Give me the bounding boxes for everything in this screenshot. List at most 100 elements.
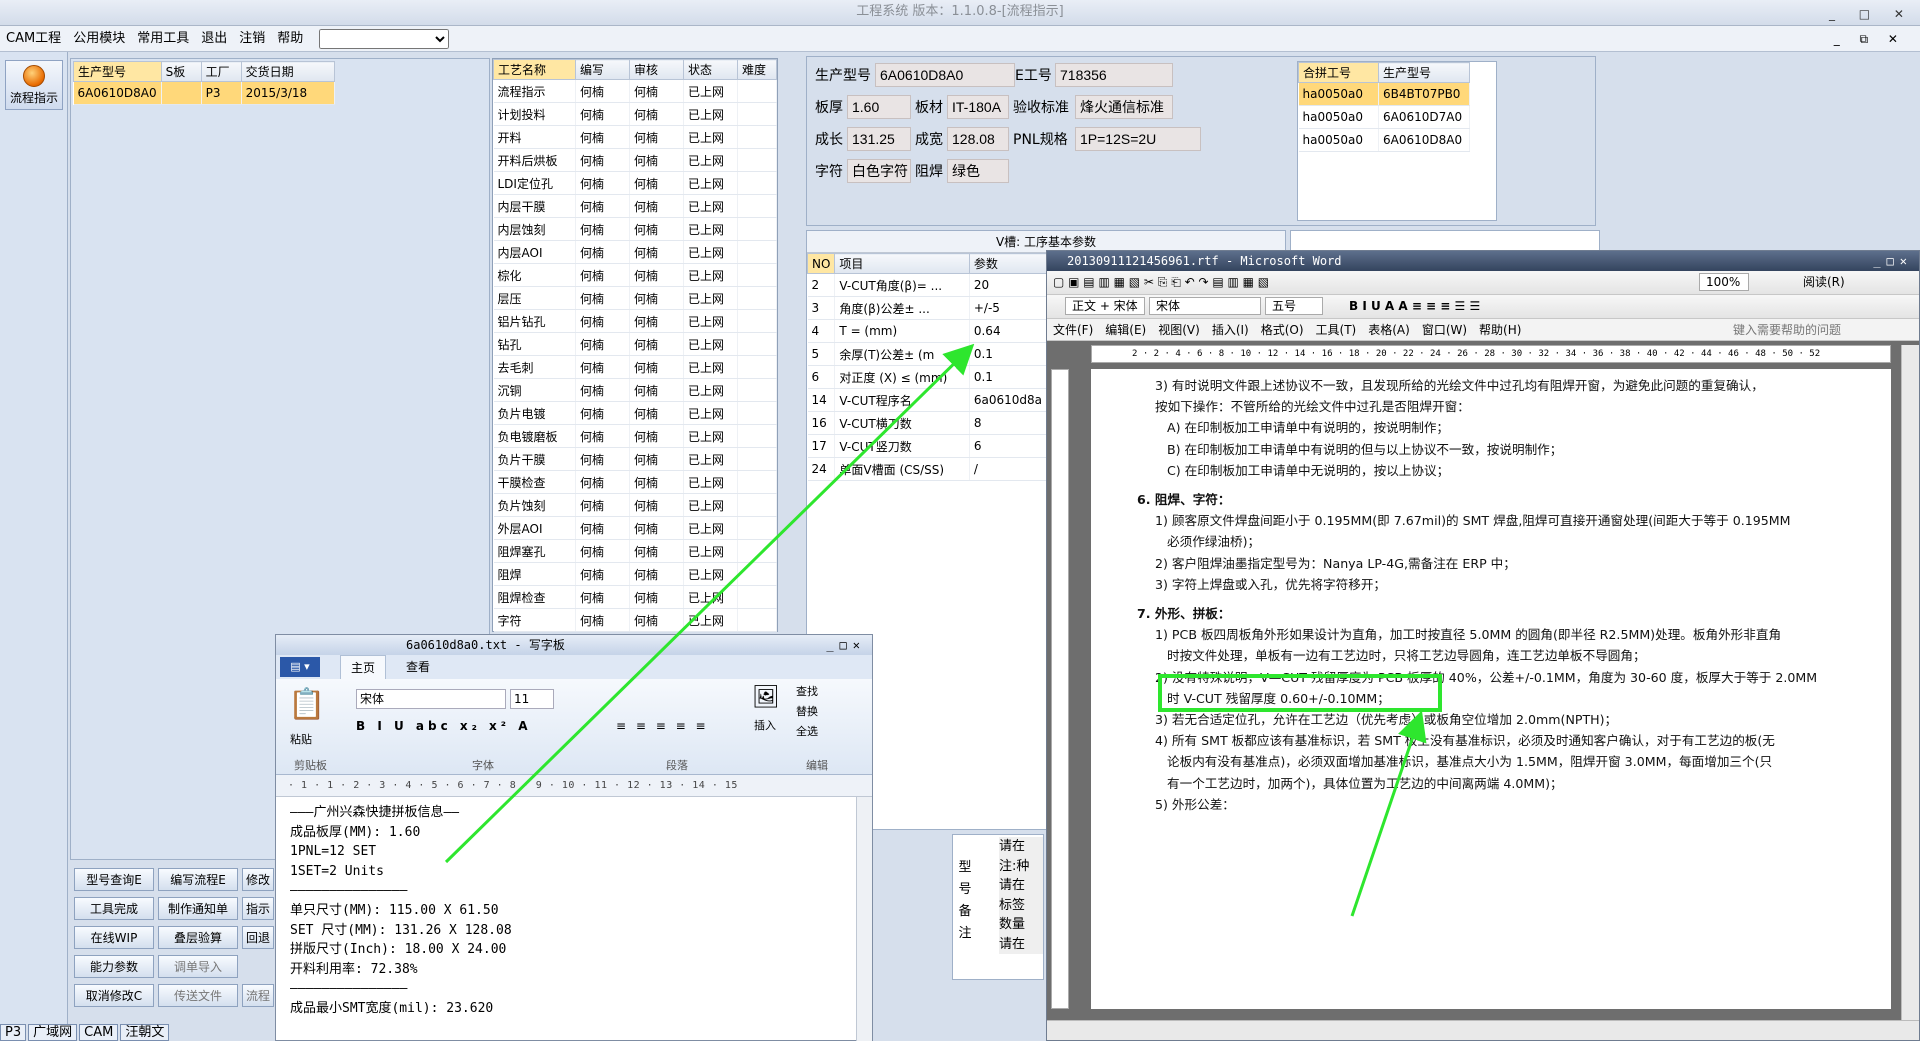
word-window-controls[interactable]: _□✕ — [1873, 251, 1913, 271]
col-reviewer[interactable]: 审核 — [629, 59, 684, 80]
indicate-button[interactable]: 指示 — [242, 897, 274, 920]
table-row[interactable]: 阻焊塞孔 何楠 何楠 已上网 — [493, 539, 777, 563]
word-menu-help[interactable]: 帮助(H) — [1473, 319, 1527, 341]
word-menu-tools[interactable]: 工具(T) — [1310, 319, 1363, 341]
table-row[interactable]: 2 V-CUT角度(β)= ... 20 — [807, 273, 1048, 297]
table-row[interactable]: 开料 何楠 何楠 已上网 — [493, 125, 777, 149]
char-field[interactable]: 白色字符 — [847, 159, 911, 183]
menu-dropdown[interactable] — [319, 28, 450, 49]
find-button[interactable]: 查找 — [796, 683, 818, 699]
word-ruler[interactable]: 2 · 2 · 4 · 6 · 8 · 10 · 12 · 14 · 16 · … — [1091, 345, 1891, 363]
col-sboard[interactable]: S板 — [160, 61, 202, 82]
menu-common-modules[interactable]: 公用模块 — [67, 26, 131, 52]
len-field[interactable]: 131.25 — [847, 127, 911, 151]
table-row[interactable]: LDI定位孔 何楠 何楠 已上网 — [493, 171, 777, 195]
wordpad-format-buttons[interactable]: B I U abc x₂ x² A — [356, 719, 532, 733]
menu-help[interactable]: 帮助 — [271, 26, 309, 52]
notice-button[interactable]: 制作通知单 — [158, 897, 238, 920]
table-row[interactable]: 外层AOI 何楠 何楠 已上网 — [493, 516, 777, 540]
send-file-button[interactable]: 传送文件 — [158, 984, 238, 1007]
window-controls[interactable]: _ □ ✕ — [1829, 2, 1914, 26]
table-row[interactable]: 6A0610D8A0 P3 2015/3/18 — [73, 81, 336, 105]
word-vertical-ruler[interactable] — [1051, 369, 1069, 1009]
table-row[interactable]: 字符 何楠 何楠 已上网 — [493, 608, 777, 632]
word-menu-file[interactable]: 文件(F) — [1047, 319, 1099, 341]
online-wip-button[interactable]: 在线WIP — [74, 926, 154, 949]
menu-logout[interactable]: 注销 — [233, 26, 271, 52]
col-item[interactable]: 项目 — [834, 253, 970, 274]
wordpad-size-select[interactable]: 11 — [510, 689, 554, 709]
mdi-controls[interactable]: _ ⧉ ✕ — [1828, 26, 1912, 52]
table-row[interactable]: 干膜检查 何楠 何楠 已上网 — [493, 470, 777, 494]
reading-mode-button[interactable]: 阅读(R) — [1797, 271, 1851, 293]
flow-button[interactable]: 流程 — [242, 984, 274, 1007]
table-row[interactable]: 沉铜 何楠 何楠 已上网 — [493, 378, 777, 402]
paragraph-buttons[interactable]: ≡ ≡ ≡ ≡ ≡ — [616, 719, 709, 733]
col-no[interactable]: NO — [806, 253, 836, 274]
table-row[interactable]: 负电镀磨板 何楠 何楠 已上网 — [493, 424, 777, 448]
word-toolbar-icons[interactable]: ▢ ▣ ▤ ▥ ▦ ▧ ✂ ⎘ ⎗ ↶ ↷ ▤ ▥ ▦ ▧ — [1047, 271, 1275, 293]
table-row[interactable]: 内层AOI 何楠 何楠 已上网 — [493, 240, 777, 264]
col-difficulty[interactable]: 难度 — [737, 59, 777, 80]
style-select[interactable]: 正文 + 宋体 — [1065, 297, 1145, 315]
table-row[interactable]: 层压 何楠 何楠 已上网 — [493, 286, 777, 310]
col-param[interactable]: 参数 — [968, 253, 1048, 274]
table-row[interactable]: 17 V-CUT竖刀数 6 — [807, 434, 1048, 458]
table-row[interactable]: 负片干膜 何楠 何楠 已上网 — [493, 447, 777, 471]
col-model[interactable]: 生产型号 — [73, 61, 162, 82]
mask-field[interactable]: 绿色 — [947, 159, 1009, 183]
word-menu-format[interactable]: 格式(O) — [1255, 319, 1310, 341]
font-select[interactable]: 宋体 — [1149, 297, 1261, 315]
table-row[interactable]: ha0050a0 6A0610D7A0 — [1298, 105, 1470, 129]
format-buttons[interactable]: B I U A A ≡ ≡ ≡ ☰ ☰ — [1343, 295, 1486, 317]
tool-complete-button[interactable]: 工具完成 — [74, 897, 154, 920]
col-delivery[interactable]: 交货日期 — [240, 61, 336, 82]
table-row[interactable]: 流程指示 何楠 何楠 已上网 — [493, 79, 777, 103]
table-row[interactable]: 钻孔 何楠 何楠 已上网 — [493, 332, 777, 356]
col-author[interactable]: 编写 — [575, 59, 630, 80]
wordpad-ruler[interactable]: · 1 · 1 · 2 · 3 · 4 · 5 · 6 · 7 · 8 · 9 … — [276, 775, 872, 797]
wid-field[interactable]: 128.08 — [947, 127, 1009, 151]
model-field[interactable]: 6A0610D8A0 — [875, 63, 1015, 87]
col-factory[interactable]: 工厂 — [200, 61, 242, 82]
table-row[interactable]: ha0050a0 6A0610D8A0 — [1298, 128, 1470, 152]
table-row[interactable]: 4T = (mm) 0.64 — [807, 319, 1048, 343]
table-row[interactable]: 负片蚀刻 何楠 何楠 已上网 — [493, 493, 777, 517]
paste-icon[interactable]: 📋 — [288, 687, 325, 722]
table-row[interactable]: 开料后烘板 何楠 何楠 已上网 — [493, 148, 777, 172]
table-row[interactable]: 计划投料 何楠 何楠 已上网 — [493, 102, 777, 126]
help-search-input[interactable]: 键入需要帮助的问题 — [1727, 319, 1847, 341]
col-combine-no[interactable]: 合拼工号 — [1298, 62, 1379, 83]
pnl-field[interactable]: 1P=12S=2U — [1075, 127, 1201, 151]
insert-label[interactable]: 插入 — [754, 717, 776, 733]
table-row[interactable]: 内层干膜 何楠 何楠 已上网 — [493, 194, 777, 218]
tab-home[interactable]: 主页 — [340, 655, 387, 680]
model-query-button[interactable]: 型号查询E — [74, 868, 154, 891]
capability-button[interactable]: 能力参数 — [74, 955, 154, 978]
tab-cam[interactable]: CAM — [79, 1024, 119, 1041]
table-row[interactable]: 内层蚀刻 何楠 何楠 已上网 — [493, 217, 777, 241]
wordpad-scrollbar[interactable] — [856, 797, 872, 1041]
col-process[interactable]: 工艺名称 — [493, 59, 576, 80]
wordpad-document[interactable]: ———广州兴森快捷拼板信息—— 成品板厚(MM): 1.60 1PNL=12 SET… — [290, 803, 850, 1019]
table-row[interactable]: 阻焊检查 何楠 何楠 已上网 — [493, 585, 777, 609]
paste-label[interactable]: 粘贴 — [290, 731, 312, 747]
zoom-select[interactable]: 100% — [1699, 273, 1749, 291]
tab-user[interactable]: 汪朝文 — [120, 1024, 170, 1041]
table-row[interactable]: 3 角度(β)公差± ... +/-5 — [807, 296, 1048, 320]
std-field[interactable]: 烽火通信标准 — [1075, 95, 1173, 119]
table-row[interactable]: 棕化 何楠 何楠 已上网 — [493, 263, 777, 287]
table-row[interactable]: 负片电镀 何楠 何楠 已上网 — [493, 401, 777, 425]
table-row[interactable]: 铝片钻孔 何楠 何楠 已上网 — [493, 309, 777, 333]
insert-icon[interactable]: 🖼 — [752, 685, 780, 710]
import-button[interactable]: 调单导入 — [158, 955, 238, 978]
word-menu-view[interactable]: 视图(V) — [1152, 319, 1206, 341]
table-row[interactable]: ha0050a0 6B4BT07PB0 — [1298, 82, 1470, 106]
table-row[interactable]: 16 V-CUT横刀数 8 — [807, 411, 1048, 435]
tab-p3[interactable]: P3 — [0, 1024, 27, 1041]
wordpad-window-controls[interactable]: _□✕ — [826, 635, 866, 655]
word-menu-edit[interactable]: 编辑(E) — [1099, 319, 1152, 341]
replace-button[interactable]: 替换 — [796, 703, 818, 719]
table-row[interactable]: 24 单面V槽面 (CS/SS) / — [807, 457, 1048, 481]
table-row[interactable]: 14 V-CUT程序名 6a0610d8a — [807, 388, 1048, 412]
